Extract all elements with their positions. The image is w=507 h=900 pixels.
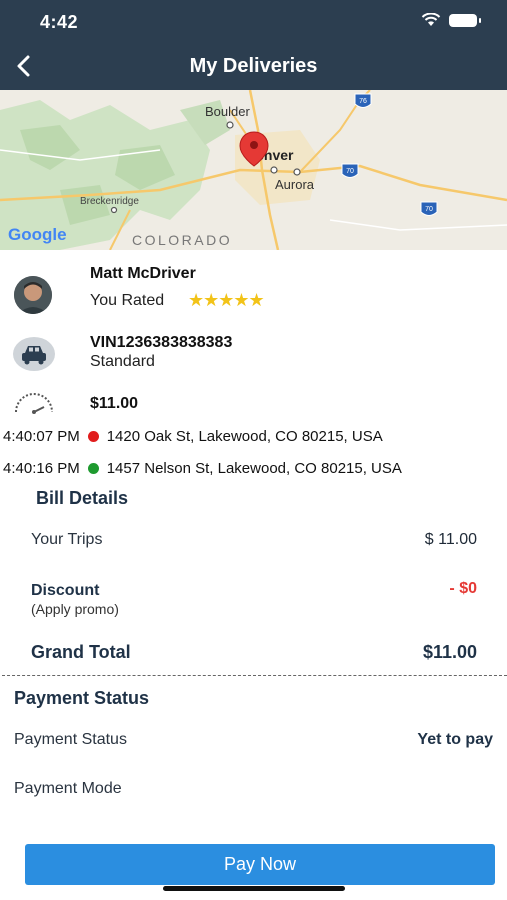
page-title: My Deliveries (189, 55, 318, 77)
grand-total-label: Grand Total (31, 642, 131, 662)
payment-status-label: Payment Status (14, 731, 127, 748)
hwy-70-east-label: 70 (425, 206, 433, 213)
map-label-aurora: Aurora (275, 177, 315, 192)
map-canvas: 76 70 70 Boulder Denver Aurora Breckenri… (0, 90, 507, 250)
google-logo: Google (8, 225, 67, 244)
status-icons (421, 13, 481, 27)
discount-value: - $0 (449, 580, 477, 597)
interstate-76-shield: 76 (354, 93, 372, 108)
interstate-70-shield-east: 70 (420, 201, 438, 216)
hwy-70-label: 70 (346, 168, 354, 175)
interstate-70-shield: 70 (341, 163, 359, 178)
pickup-time: 4:40:07 PM (3, 428, 80, 445)
dropoff-time: 4:40:16 PM (3, 460, 80, 477)
grand-total-value: $11.00 (422, 642, 477, 662)
bill-details-title: Bill Details (36, 488, 129, 508)
map-label-state: COLORADO (132, 232, 232, 248)
pickup-row: 4:40:07 PM 1420 Oak St, Lakewood, CO 802… (3, 428, 383, 445)
your-trips-label: Your Trips (31, 531, 103, 548)
pickup-dot-icon (87, 431, 99, 442)
driver-name: Matt McDriver (90, 265, 196, 282)
discount-label: Discount (31, 582, 100, 599)
vehicle-vin: VIN1236383838383 (90, 334, 233, 351)
payment-status-value: Yet to pay (417, 731, 493, 748)
vehicle-type: Standard (90, 353, 155, 370)
pickup-address: 1420 Oak St, Lakewood, CO 80215, USA (106, 428, 383, 445)
home-indicator[interactable] (163, 886, 345, 891)
wifi-icon (421, 13, 441, 26)
dropoff-row: 4:40:16 PM 1457 Nelson St, Lakewood, CO … (3, 460, 402, 477)
your-trips-value: $ 11.00 (424, 531, 477, 548)
battery-icon (449, 13, 481, 27)
pay-now-button[interactable]: Pay Now (25, 844, 495, 885)
driver-avatar (14, 276, 52, 314)
map-label-boulder: Boulder (205, 104, 250, 119)
payment-status-title: Payment Status (14, 688, 150, 708)
fare-amount: $11.00 (90, 395, 139, 412)
section-divider (2, 675, 507, 676)
star-rating: ★★★★★ (188, 290, 265, 310)
hwy-76-label: 76 (359, 98, 367, 105)
rated-label: You Rated (90, 292, 165, 309)
car-icon (13, 337, 55, 371)
dropoff-address: 1457 Nelson St, Lakewood, CO 80215, USA (106, 460, 402, 477)
route-map[interactable]: 76 70 70 Boulder Denver Aurora Breckenri… (0, 90, 507, 250)
map-label-breckenridge: Breckenridge (80, 196, 139, 207)
svg-text:Google: Google (8, 225, 67, 244)
apply-promo-link[interactable]: (Apply promo) (31, 601, 119, 617)
payment-mode-label: Payment Mode (14, 780, 122, 797)
speedometer-icon (15, 393, 53, 414)
status-time: 4:42 (40, 12, 79, 32)
dropoff-dot-icon (87, 463, 99, 474)
app-header: 4:42 My Deliveries (0, 0, 507, 90)
